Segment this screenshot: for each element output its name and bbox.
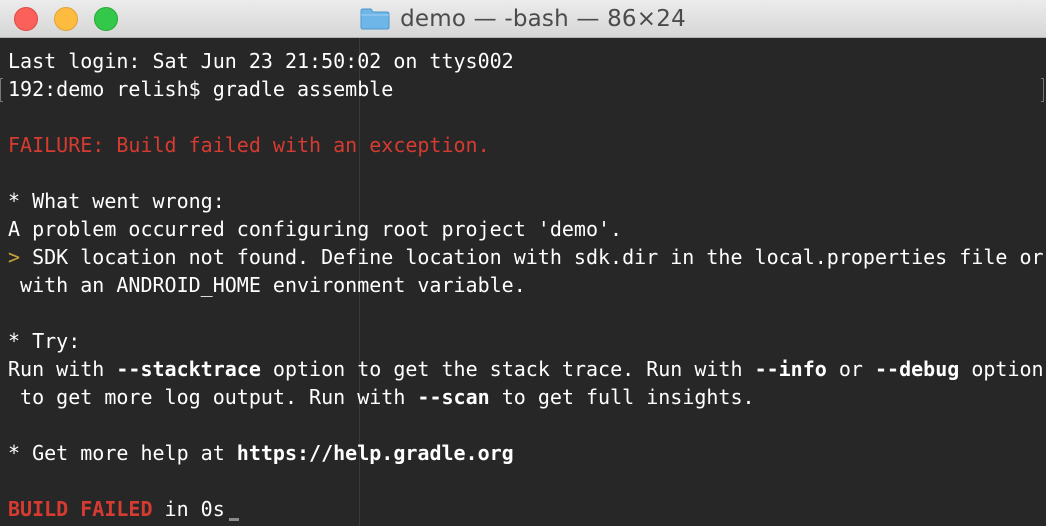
try-line-1: Run with --stacktrace option to get the … xyxy=(8,355,1044,383)
try-text: to get more log output. Run with xyxy=(8,385,418,409)
last-login-line: Last login: Sat Jun 23 21:50:02 on ttys0… xyxy=(8,49,514,73)
scan-option: --scan xyxy=(417,385,490,409)
window-title-text: demo — -bash — 86×24 xyxy=(400,6,686,32)
sdk-error-line: > SDK location not found. Define locatio… xyxy=(8,243,1044,271)
build-result-line: BUILD FAILED in 0s xyxy=(8,495,1044,523)
text-cursor xyxy=(228,518,239,521)
try-line-2: to get more log output. Run with --scan … xyxy=(8,383,1044,411)
try-heading: * Try: xyxy=(8,329,81,353)
sdk-error-continuation: with an ANDROID_HOME environment variabl… xyxy=(8,273,526,297)
failure-message: FAILURE: Build failed with an exception. xyxy=(8,133,490,157)
title-bar[interactable]: demo — -bash — 86×24 xyxy=(0,0,1046,38)
stacktrace-option: --stacktrace xyxy=(116,357,261,381)
try-text: option to get the stack trace. Run with xyxy=(260,357,755,381)
help-line: * Get more help at https://help.gradle.o… xyxy=(8,439,1044,467)
sdk-error-text: SDK location not found. Define location … xyxy=(20,245,1044,269)
try-text: Run with xyxy=(8,357,117,381)
folder-icon xyxy=(360,8,390,30)
terminal-output: Last login: Sat Jun 23 21:50:02 on ttys0… xyxy=(8,47,1044,523)
build-failed-label: BUILD FAILED xyxy=(8,497,153,521)
what-went-wrong-heading: * What went wrong: xyxy=(8,189,225,213)
help-url[interactable]: https://help.gradle.org xyxy=(237,441,514,465)
terminal-window: demo — -bash — 86×24 Last login: Sat Jun… xyxy=(0,0,1046,526)
debug-option: --debug xyxy=(874,357,960,381)
terminal-content[interactable]: Last login: Sat Jun 23 21:50:02 on ttys0… xyxy=(0,38,1046,526)
help-text: * Get more help at xyxy=(8,441,237,465)
command-prompt-line: 192:demo relish$ gradle assemble xyxy=(8,77,394,101)
error-marker: > xyxy=(8,245,21,269)
try-text: or xyxy=(826,357,875,381)
try-text: option xyxy=(959,357,1044,381)
window-title: demo — -bash — 86×24 xyxy=(0,0,1046,38)
problem-line: A problem occurred configuring root proj… xyxy=(8,217,623,241)
mark-bracket-left xyxy=(0,78,3,102)
info-option: --info xyxy=(754,357,827,381)
try-text: to get full insights. xyxy=(489,385,755,409)
build-time: in 0s xyxy=(152,497,225,521)
